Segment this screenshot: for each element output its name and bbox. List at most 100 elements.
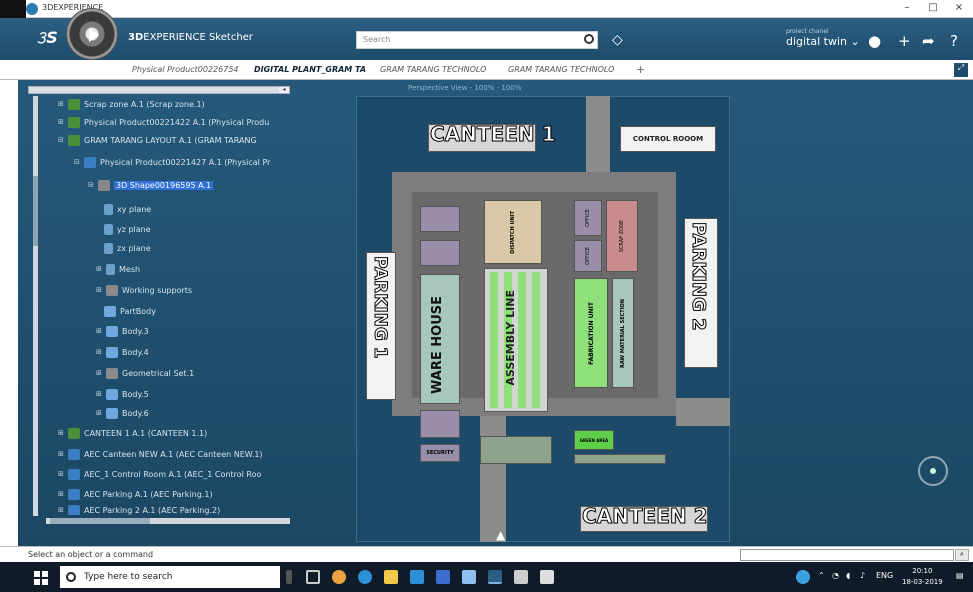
office-2-block[interactable]: OFFICE <box>574 240 602 272</box>
tree-item[interactable]: ⊞ Body.4 <box>96 345 149 359</box>
expand-icon[interactable]: ⊞ <box>58 470 66 478</box>
onedrive-icon[interactable] <box>796 570 810 584</box>
tree-item[interactable]: ⊞ Scrap zone A.1 (Scrap zone.1) <box>58 97 205 111</box>
user-menu[interactable]: proiect chanel digital twin ⌄ <box>786 28 860 48</box>
command-search-icon[interactable]: ⌕ <box>955 549 969 561</box>
green-area-block[interactable]: GREEN AREA <box>574 430 614 450</box>
photos-icon[interactable] <box>514 570 528 584</box>
expand-icon[interactable]: ⊞ <box>96 265 104 273</box>
tree-item[interactable]: ⊞ AEC Canteen NEW A.1 (AEC Canteen NEW.1) <box>58 447 263 461</box>
expand-icon[interactable]: ⊞ <box>96 369 104 377</box>
tree-item[interactable]: ⊞ AEC Parking A.1 (AEC Parking.1) <box>58 487 213 501</box>
app-icon[interactable] <box>540 570 554 584</box>
expand-icon[interactable]: ⤢ <box>954 63 968 77</box>
chrome-icon[interactable] <box>332 570 346 584</box>
search-input[interactable]: Search <box>356 31 598 49</box>
collapse-icon[interactable]: ⊟ <box>58 136 66 144</box>
expand-icon[interactable]: ⊞ <box>58 100 66 108</box>
tray-chevron-icon[interactable]: ⌃ <box>818 571 825 580</box>
user-avatar-icon[interactable]: ● <box>868 32 881 50</box>
store-icon[interactable] <box>410 570 424 584</box>
tree-item[interactable]: ⊟ Physical Product00221427 A.1 (Physical … <box>74 155 270 169</box>
expand-icon[interactable]: ⊞ <box>96 286 104 294</box>
mic-icon[interactable] <box>286 570 292 584</box>
windows-start-icon[interactable] <box>34 571 48 585</box>
expand-icon[interactable]: ⊞ <box>58 490 66 498</box>
tree-item-selected[interactable]: ⊟ 3D Shape00196595 A.1 <box>88 178 214 192</box>
tree-item[interactable]: ⊞ Body.3 <box>96 324 149 338</box>
compass-widget[interactable] <box>66 8 118 60</box>
tree-item[interactable]: ⊞ Physical Product00221422 A.1 (Physical … <box>58 115 269 129</box>
collapse-icon[interactable]: ⊟ <box>88 181 96 189</box>
maximize-button[interactable]: □ <box>924 2 942 13</box>
add-icon[interactable]: + <box>898 32 911 50</box>
room-block[interactable] <box>420 240 460 266</box>
edge-icon[interactable] <box>358 570 372 584</box>
command-input[interactable] <box>740 549 954 561</box>
tab-gram-tarang-1[interactable]: GRAM TARANG TECHNOLO <box>380 65 486 74</box>
expand-icon[interactable]: ⊞ <box>96 409 104 417</box>
taskbar-search[interactable]: Type here to search <box>60 566 280 588</box>
tab-gram-tarang-2[interactable]: GRAM TARANG TECHNOLO <box>508 65 614 74</box>
expand-icon[interactable]: ⊞ <box>96 390 104 398</box>
scrap-zone-block[interactable]: SCRAP ZONE <box>606 200 638 272</box>
fabrication-unit-block[interactable]: FABRICATION UNIT <box>574 278 608 388</box>
network-icon[interactable]: ◔ <box>832 571 839 580</box>
collapse-icon[interactable]: ⊟ <box>74 158 82 166</box>
tree-item[interactable]: ⊟ GRAM TARANG LAYOUT A.1 (GRAM TARANG <box>58 133 257 147</box>
speaker-icon[interactable]: ♪ <box>860 571 865 580</box>
tree-item[interactable]: ⊞ AEC_1 Control Room A.1 (AEC_1 Control R… <box>58 467 261 481</box>
lawn-block[interactable] <box>480 436 552 464</box>
tab-physical-product[interactable]: Physical Product00226754 <box>132 65 239 74</box>
clock[interactable]: 20:10 18-03-2019 <box>902 566 943 588</box>
add-tab-icon[interactable]: + <box>636 63 645 76</box>
close-button[interactable]: × <box>950 2 968 13</box>
tree-item[interactable]: ⊞ Body.5 <box>96 387 149 401</box>
expand-up-icon[interactable]: ▲ <box>496 528 505 542</box>
tree-item[interactable]: yz plane <box>104 222 151 236</box>
tree-item[interactable]: ⊞ CANTEEN 1 A.1 (CANTEEN 1.1) <box>58 426 207 440</box>
view-compass-icon[interactable] <box>918 456 948 486</box>
expand-icon[interactable]: ⊞ <box>96 327 104 335</box>
tab-digital-plant[interactable]: DIGITAL PLANT_GRAM TA <box>254 65 366 74</box>
expand-icon[interactable]: ⊞ <box>58 118 66 126</box>
parking-2-label: PARKING 2 <box>688 222 710 332</box>
tree-item[interactable]: ⊞ Mesh <box>96 262 140 276</box>
office-1-block[interactable]: OFFICE <box>574 200 602 236</box>
language-indicator[interactable]: ENG <box>876 571 893 580</box>
room-block[interactable] <box>420 410 460 438</box>
room-block[interactable] <box>420 206 460 232</box>
expand-icon[interactable]: ⊞ <box>96 348 104 356</box>
dispatch-unit-label: DISPATCH UNIT <box>510 210 516 254</box>
app-icon[interactable] <box>436 570 450 584</box>
search-icon[interactable] <box>584 34 594 44</box>
raw-material-block[interactable]: RAW MATERIAL SECTION <box>612 278 634 388</box>
expand-icon[interactable]: ⊞ <box>58 429 66 437</box>
task-view-icon[interactable] <box>306 570 320 584</box>
expand-icon[interactable]: ⊞ <box>58 450 66 458</box>
tree-item[interactable]: ⊞ AEC Parking 2 A.1 (AEC Parking.2) <box>58 505 220 515</box>
share-icon[interactable]: ➦ <box>922 32 935 50</box>
tag-icon[interactable]: ◇ <box>612 32 623 48</box>
dispatch-unit-block[interactable]: DISPATCH UNIT <box>484 200 542 264</box>
file-explorer-icon[interactable] <box>384 570 398 584</box>
tree-item[interactable]: PartBody <box>104 304 156 318</box>
notifications-icon[interactable]: ▤ <box>956 571 964 580</box>
control-room-block[interactable]: CONTROL ROOOM <box>620 126 716 152</box>
app-icon[interactable] <box>462 570 476 584</box>
scrap-zone-label: SCRAP ZONE <box>619 219 625 253</box>
tree-item[interactable]: xy plane <box>104 202 151 216</box>
tree-horizontal-scrollbar[interactable] <box>46 518 290 524</box>
scroll-thumb[interactable] <box>50 518 150 524</box>
tree-item[interactable]: ⊞ Geometrical Set.1 <box>96 366 194 380</box>
minimize-button[interactable]: – <box>898 2 916 13</box>
tree-item[interactable]: zx plane <box>104 241 151 255</box>
volume-icon[interactable]: ◖ <box>846 571 850 580</box>
tree-item[interactable]: ⊞ Working supports <box>96 283 192 297</box>
lawn-block[interactable] <box>574 454 666 464</box>
security-block[interactable]: SECURITY <box>420 444 460 462</box>
expand-icon[interactable]: ⊞ <box>58 506 66 514</box>
help-icon[interactable]: ? <box>950 32 958 50</box>
3dexperience-taskbar-icon[interactable] <box>488 570 502 584</box>
tree-item[interactable]: ⊞ Body.6 <box>96 406 149 420</box>
